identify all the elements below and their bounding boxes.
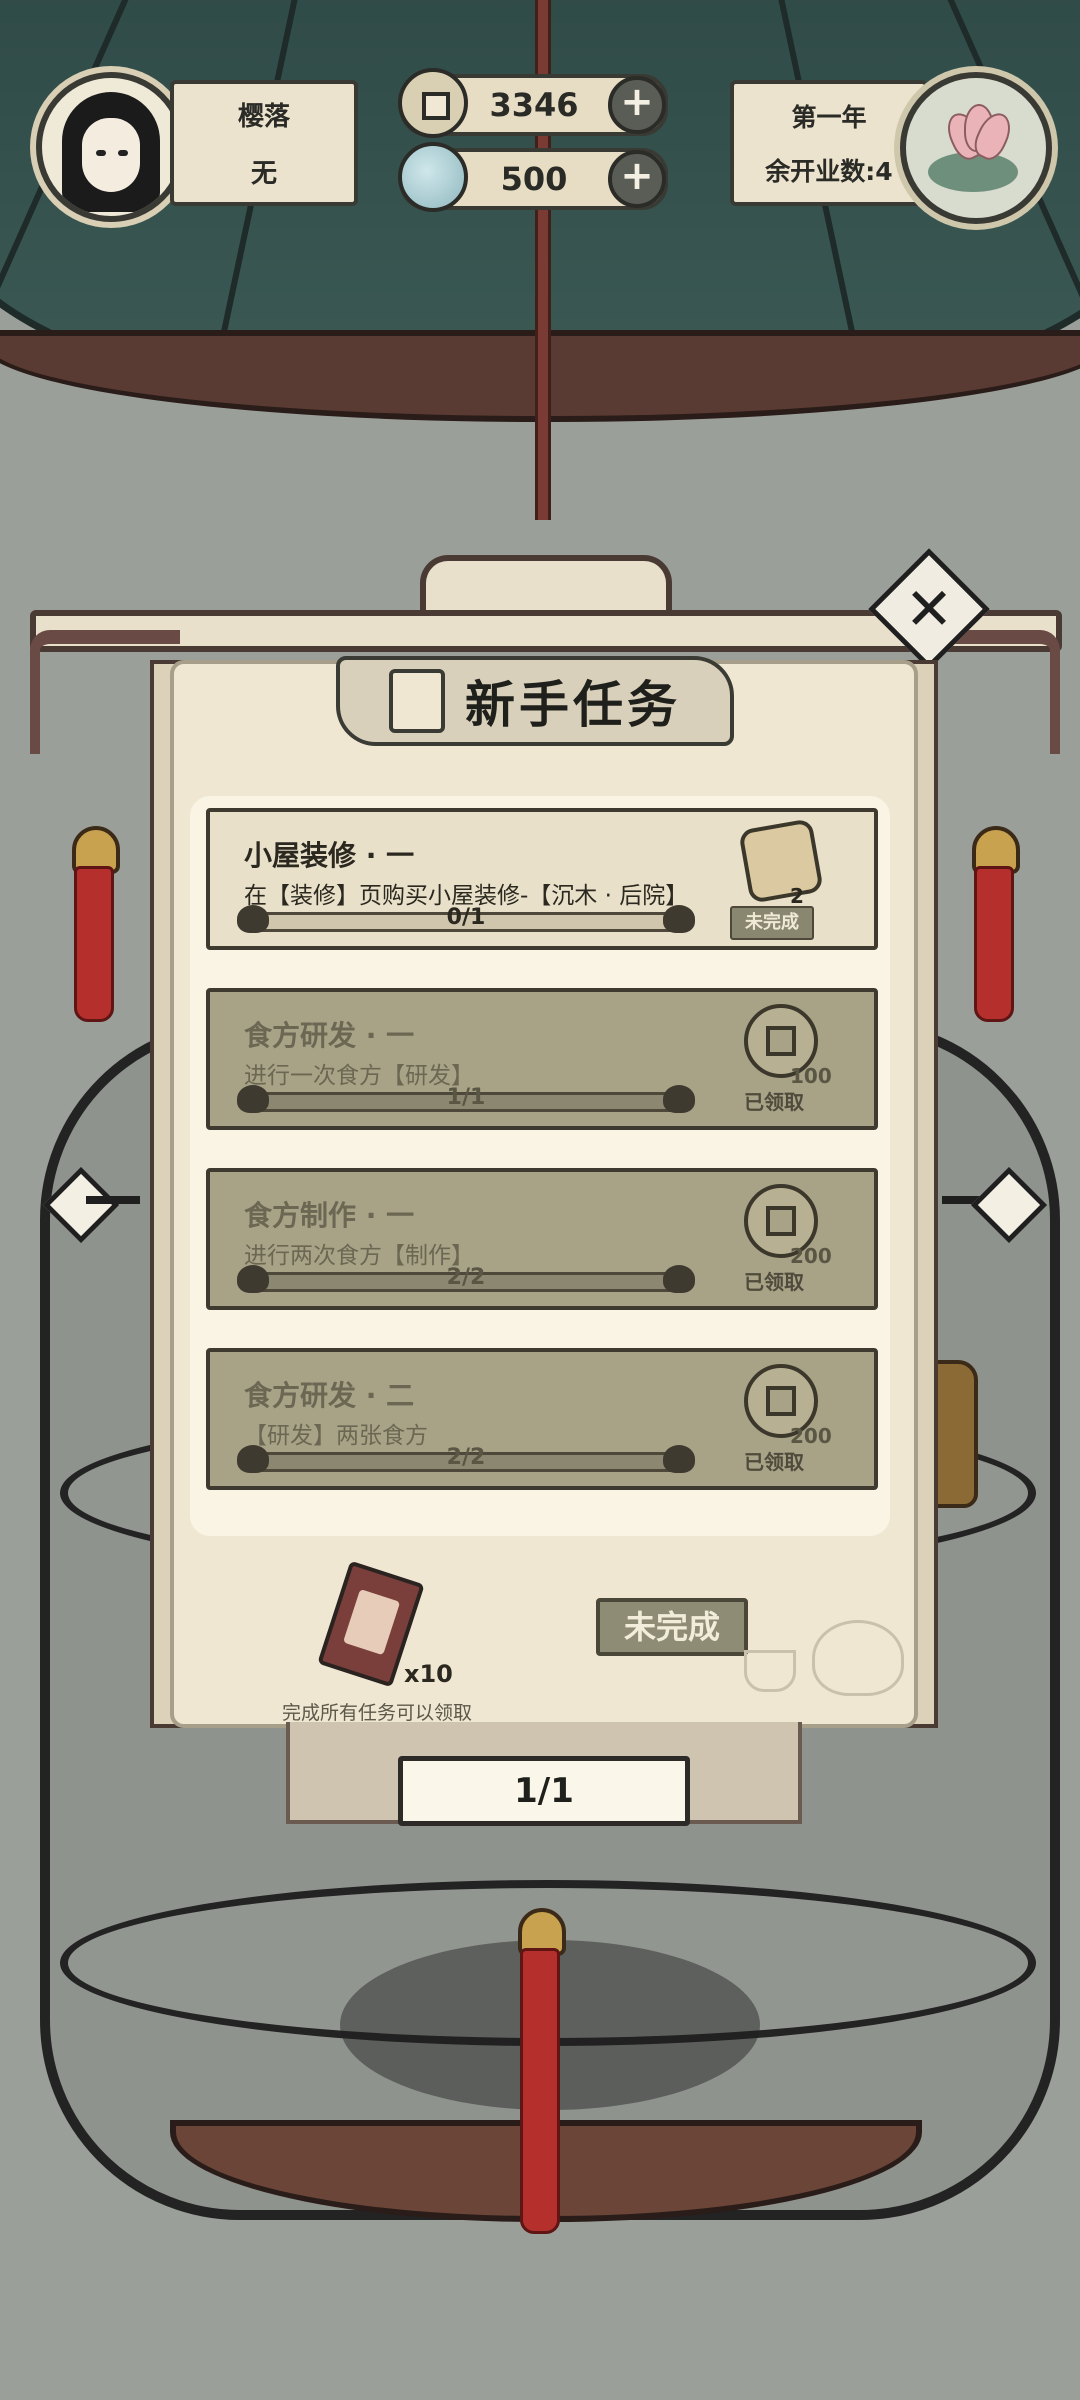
task-progress-bar: 2/2	[237, 1445, 695, 1473]
final-reward-caption: 完成所有任务可以领取	[282, 1702, 473, 1724]
status-claimed: 已领取	[744, 1090, 804, 1114]
jade-icon	[398, 142, 468, 212]
coin-value: 3346	[489, 86, 579, 124]
task-title: 食方研发 · 二	[244, 1379, 415, 1412]
progress-text: 2/2	[446, 1445, 486, 1470]
year-label: 第一年	[791, 103, 867, 132]
final-reward-count: x10	[404, 1660, 453, 1688]
task-progress-bar: 2/2	[237, 1265, 695, 1293]
status-badge[interactable]: 未完成	[730, 906, 814, 940]
teapot-decoration	[812, 1620, 904, 1696]
reward-count: 2	[790, 884, 804, 908]
prev-page-arrow[interactable]	[42, 1166, 140, 1244]
scroll-icon	[389, 669, 445, 733]
player-avatar[interactable]	[36, 72, 186, 222]
progress-text: 1/1	[446, 1085, 486, 1110]
chevron-right-icon	[970, 1166, 1048, 1244]
scroll-reward-icon	[738, 818, 824, 904]
status-claimed: 已领取	[744, 1270, 804, 1294]
task-card-1[interactable]: 小屋装修 · 一 在【装修】页购买小屋装修-【沉木 · 后院】 0/1 2 未完…	[206, 808, 878, 950]
task-title: 小屋装修 · 一	[244, 839, 415, 872]
player-title: 无	[250, 159, 277, 189]
progress-text: 2/2	[446, 1265, 486, 1290]
coin-icon	[398, 68, 468, 138]
task-card-2[interactable]: 食方研发 · 一 进行一次食方【研发】 1/1 100 已领取	[206, 988, 878, 1130]
task-title: 食方研发 · 一	[244, 1019, 415, 1052]
teacup-decoration	[744, 1650, 796, 1692]
claim-all-button[interactable]: 未完成	[596, 1598, 748, 1656]
next-page-arrow[interactable]	[942, 1166, 1048, 1244]
task-card-4[interactable]: 食方研发 · 二 【研发】两张食方 2/2 200 已领取	[206, 1348, 878, 1490]
avatar-face	[82, 118, 140, 192]
reward-count: 200	[790, 1424, 832, 1448]
bottom-tassel	[520, 1948, 560, 2234]
status-claimed: 已领取	[744, 1450, 804, 1474]
task-title: 食方制作 · 一	[244, 1199, 415, 1232]
left-tassel	[74, 866, 114, 1022]
task-progress-bar: 0/1	[237, 905, 695, 933]
right-tassel	[974, 866, 1014, 1022]
close-icon: ✕	[904, 575, 954, 643]
lotus-badge[interactable]	[900, 72, 1052, 224]
avatar-eye	[96, 150, 106, 156]
calendar-plate: 第一年 余开业数:4	[730, 80, 928, 206]
openings-left: 余开业数:4	[765, 157, 893, 186]
arrow-bar	[86, 1196, 140, 1204]
task-card-3[interactable]: 食方制作 · 一 进行两次食方【制作】 2/2 200 已领取	[206, 1168, 878, 1310]
reward-count: 100	[790, 1064, 832, 1088]
add-jade-button[interactable]: +	[608, 150, 666, 208]
add-coin-button[interactable]: +	[608, 76, 666, 134]
page-indicator: 1/1	[398, 1756, 690, 1826]
avatar-eye	[118, 150, 128, 156]
profile-plate: 樱落 无	[170, 80, 358, 206]
chevron-left-icon	[42, 1166, 120, 1244]
modal-title: 新手任务	[465, 675, 681, 734]
final-reward	[317, 1560, 432, 1688]
progress-text: 0/1	[446, 905, 486, 930]
jade-value: 500	[500, 160, 568, 198]
reward-count: 200	[790, 1244, 832, 1268]
title-scroll: 新手任务	[336, 656, 734, 746]
task-progress-bar: 1/1	[237, 1085, 695, 1113]
player-name: 樱落	[237, 102, 290, 132]
